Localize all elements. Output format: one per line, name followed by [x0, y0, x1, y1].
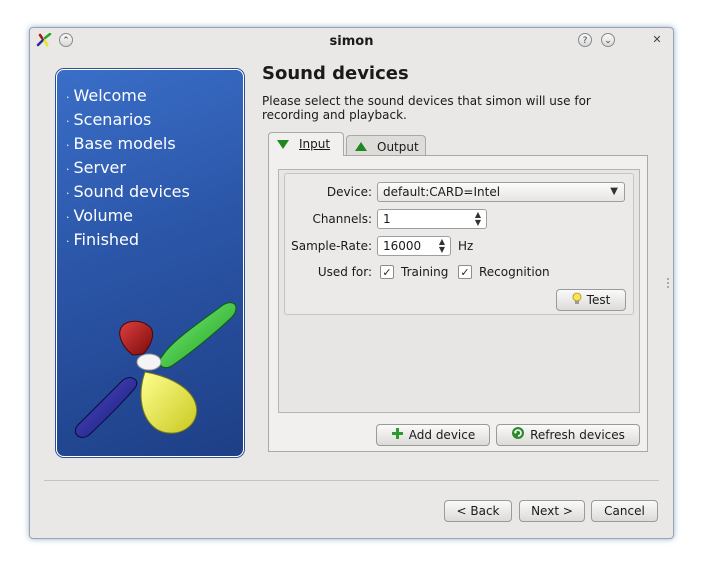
channels-spinbox[interactable]: 1 ▲ ▼	[377, 209, 487, 229]
title-bar[interactable]: ⌃ simon ? ⌄ ✕	[30, 28, 673, 54]
sample-rate-unit: Hz	[458, 239, 474, 253]
back-button[interactable]: < Back	[444, 500, 512, 522]
used-for-label: Used for:	[317, 265, 372, 279]
recognition-label: Recognition	[479, 265, 550, 279]
wizard-sidebar: · Welcome · Scenarios · Base models · Server…	[56, 69, 244, 457]
step-scenarios: · Scenarios	[66, 110, 152, 129]
wizard-steps-list: · Welcome · Scenarios · Base models · Server…	[66, 85, 190, 253]
lightbulb-icon	[572, 291, 582, 311]
device-config-group: Device: default:CARD=Intel ▼ Channels: 1…	[284, 173, 634, 315]
close-button[interactable]: ✕	[650, 33, 664, 47]
test-button[interactable]: Test	[556, 289, 626, 311]
cancel-button[interactable]: Cancel	[591, 500, 658, 522]
device-label: Device:	[326, 185, 372, 199]
step-finished: · Finished	[66, 230, 140, 249]
minimize-button[interactable]: ⌄	[601, 33, 615, 47]
training-checkbox[interactable]: ✓	[380, 265, 394, 279]
recognition-checkbox[interactable]: ✓	[458, 265, 472, 279]
spinner-arrows-icon[interactable]: ▲ ▼	[439, 238, 445, 254]
help-button[interactable]: ?	[578, 33, 592, 47]
training-label: Training	[401, 265, 449, 279]
sample-rate-label: Sample-Rate:	[291, 239, 372, 253]
window-title: simon	[329, 34, 374, 49]
page-title: Sound devices	[262, 63, 409, 84]
channels-label: Channels:	[312, 212, 372, 226]
footer-separator	[44, 480, 659, 481]
tab-panel-input: Device: default:CARD=Intel ▼ Channels: 1…	[268, 155, 648, 452]
sample-rate-spinbox[interactable]: 16000 ▲ ▼	[377, 236, 451, 256]
chevron-down-icon: ▼	[610, 186, 618, 197]
device-select[interactable]: default:CARD=Intel ▼	[377, 182, 625, 202]
step-base-models: · Base models	[66, 134, 176, 153]
device-list-pane: Device: default:CARD=Intel ▼ Channels: 1…	[278, 169, 640, 413]
simon-logo	[74, 302, 237, 438]
step-volume: · Volume	[66, 206, 134, 225]
refresh-devices-button[interactable]: Refresh devices	[496, 424, 640, 446]
step-server: · Server	[66, 158, 126, 177]
spinner-arrows-icon[interactable]: ▲ ▼	[475, 211, 481, 227]
tab-input[interactable]: Input	[268, 132, 344, 156]
tab-output[interactable]: Output	[346, 135, 426, 157]
step-welcome: · Welcome	[66, 86, 147, 105]
add-device-button[interactable]: Add device	[376, 424, 490, 446]
resize-grip[interactable]	[667, 278, 671, 288]
refresh-icon	[511, 426, 525, 446]
next-button[interactable]: Next >	[519, 500, 585, 522]
arrow-down-icon	[277, 140, 289, 149]
arrow-up-icon	[355, 142, 367, 151]
wizard-window: ⌃ simon ? ⌄ ✕ · Welcome · Scenarios · Base …	[29, 27, 674, 539]
page-description: Please select the sound devices that sim…	[262, 94, 591, 122]
step-sound-devices: · Sound devices	[66, 182, 190, 201]
plus-icon	[391, 426, 404, 446]
